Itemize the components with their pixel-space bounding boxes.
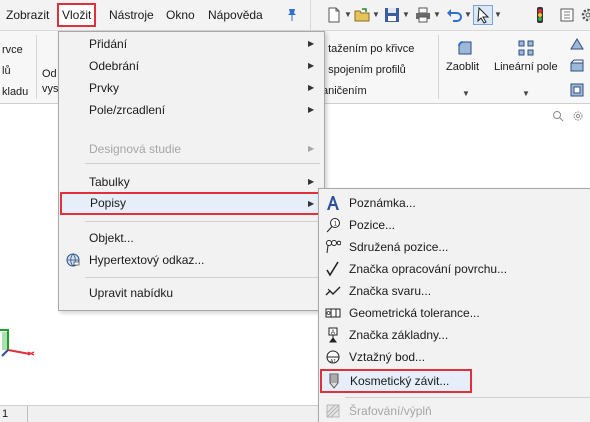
submenu-arrow-icon: ▶ <box>308 39 315 48</box>
datum-target-icon: A1 <box>325 349 341 365</box>
linear-pattern-button[interactable]: Lineární pole <box>494 61 558 73</box>
save-icon[interactable] <box>383 6 401 24</box>
weld-symbol-icon <box>325 283 341 299</box>
menu-separator <box>85 163 320 164</box>
select-cursor-icon[interactable] <box>473 5 493 25</box>
annotations-submenu: Poznámka... 1 Pozice... Sdružená pozice.… <box>318 188 590 422</box>
shell-icon[interactable] <box>568 81 586 99</box>
submenu-arrow-icon: ▶ <box>308 144 315 153</box>
menu-item-sdruzena-pozice[interactable]: Sdružená pozice... <box>319 236 590 258</box>
chevron-down-icon[interactable]: ▼ <box>372 10 380 19</box>
menu-bar: Zobrazit Vložit Nástroje Okno Nápověda <box>0 0 310 31</box>
menu-nastroje[interactable]: Nástroje <box>107 6 156 24</box>
zoom-icon[interactable] <box>552 110 564 125</box>
ribbon-sweep-cut[interactable]: í tažením po křivce <box>322 43 414 55</box>
menu-napoveda[interactable]: Nápověda <box>206 6 265 24</box>
stacked-balloon-icon <box>325 239 341 255</box>
menu-item-designova-studie: Designová studie ▶ <box>59 138 324 160</box>
geometric-tolerance-icon <box>325 305 341 321</box>
menu-separator <box>85 221 320 222</box>
note-icon <box>325 195 341 211</box>
menu-item-znacka-svaru[interactable]: Značka svaru... <box>319 280 590 302</box>
menu-okno[interactable]: Okno <box>164 6 197 24</box>
ribbon-fragment-vys[interactable]: vys <box>42 83 59 95</box>
chevron-down-icon[interactable]: ▼ <box>402 10 410 19</box>
status-cell: 1 <box>0 406 28 422</box>
chevron-down-icon[interactable]: ▼ <box>464 10 472 19</box>
globe-link-icon <box>65 252 81 268</box>
surface-finish-icon <box>325 261 341 277</box>
menu-item-upravit-nabidku[interactable]: Upravit nabídku <box>59 282 324 304</box>
menu-separator <box>85 277 320 278</box>
options-gear-icon[interactable] <box>579 6 590 24</box>
cosmetic-thread-icon <box>326 373 342 389</box>
rebuild-icon[interactable] <box>559 6 577 24</box>
ribbon-fragment-3[interactable]: kladu <box>2 86 28 98</box>
svg-text:A: A <box>331 330 335 336</box>
menu-vlozit[interactable]: Vložit <box>57 3 97 27</box>
new-document-icon[interactable] <box>325 6 343 24</box>
submenu-arrow-icon: ▶ <box>308 105 315 114</box>
linear-pattern-icon[interactable] <box>517 39 535 57</box>
menu-item-srafovani-vypln: Šrafování/výplň <box>319 400 590 422</box>
coordinate-triad-icon <box>0 316 40 361</box>
menu-separator <box>345 397 590 398</box>
pin-icon[interactable] <box>286 8 298 25</box>
insert-menu: Přidání ▶ Odebrání ▶ Prvky ▶ Pole/zrcadl… <box>58 31 325 311</box>
traffic-light-icon[interactable] <box>531 6 549 24</box>
menu-item-prvky[interactable]: Prvky ▶ <box>59 77 324 99</box>
ribbon-divider <box>438 35 439 99</box>
submenu-arrow-icon: ▶ <box>308 177 315 186</box>
fillet-icon[interactable] <box>456 39 474 57</box>
submenu-arrow-icon: ▶ <box>308 83 315 92</box>
hatch-icon <box>325 403 341 419</box>
chevron-down-icon[interactable]: ▼ <box>344 10 352 19</box>
menu-item-znacka-zakladny[interactable]: A Značka základny... <box>319 324 590 346</box>
menu-item-pole-zrcadleni[interactable]: Pole/zrcadlení ▶ <box>59 99 324 121</box>
chevron-down-icon[interactable]: ▼ <box>433 10 441 19</box>
ribbon-fragment-2[interactable]: lů <box>2 65 11 77</box>
datum-feature-icon: A <box>325 327 341 343</box>
menu-item-vztazny-bod[interactable]: A1 Vztažný bod... <box>319 346 590 368</box>
print-icon[interactable] <box>414 6 432 24</box>
ribbon-boundary-cut[interactable]: aničením <box>322 85 367 97</box>
open-folder-icon[interactable] <box>353 6 371 24</box>
menu-item-znacka-opracovani[interactable]: Značka opracování povrchu... <box>319 258 590 280</box>
menu-item-pozice[interactable]: 1 Pozice... <box>319 214 590 236</box>
submenu-arrow-icon: ▶ <box>308 199 315 208</box>
view-settings-icon[interactable] <box>572 110 584 125</box>
menu-item-hypertextovy-odkaz[interactable]: Hypertextový odkaz... <box>59 249 324 271</box>
menu-item-geometricka-tolerance[interactable]: Geometrická tolerance... <box>319 302 590 324</box>
standard-toolbar: ▼ ▼ ▼ ▼ ▼ ▼ <box>310 0 590 31</box>
menu-zobrazit[interactable]: Zobrazit <box>4 6 51 24</box>
svg-text:A1: A1 <box>330 359 336 365</box>
menu-item-odebrani[interactable]: Odebrání ▶ <box>59 55 324 77</box>
rib-icon[interactable] <box>568 35 586 53</box>
chevron-down-icon[interactable]: ▼ <box>494 10 502 19</box>
menu-item-poznamka[interactable]: Poznámka... <box>319 192 590 214</box>
ribbon-fragment-1[interactable]: rvce <box>2 44 23 56</box>
balloon-icon: 1 <box>325 217 341 233</box>
ribbon-loft-cut[interactable]: í spojením profilů <box>322 64 406 76</box>
ribbon-divider <box>36 35 37 99</box>
chevron-down-icon[interactable]: ▼ <box>522 89 530 98</box>
menu-item-pridani[interactable]: Přidání ▶ <box>59 33 324 55</box>
undo-icon[interactable] <box>445 6 463 24</box>
menu-item-kosmeticky-zavit[interactable]: Kosmetický závit... <box>320 369 472 393</box>
draft-icon[interactable] <box>568 57 586 75</box>
chevron-down-icon[interactable]: ▼ <box>462 89 470 98</box>
ribbon-fragment-od[interactable]: Od <box>42 68 57 80</box>
menu-item-tabulky[interactable]: Tabulky ▶ <box>59 171 324 193</box>
submenu-arrow-icon: ▶ <box>308 61 315 70</box>
menu-item-objekt[interactable]: Objekt... <box>59 227 324 249</box>
menu-item-popisy[interactable]: Popisy ▶ <box>60 192 322 215</box>
fillet-button[interactable]: Zaoblit <box>446 61 479 73</box>
